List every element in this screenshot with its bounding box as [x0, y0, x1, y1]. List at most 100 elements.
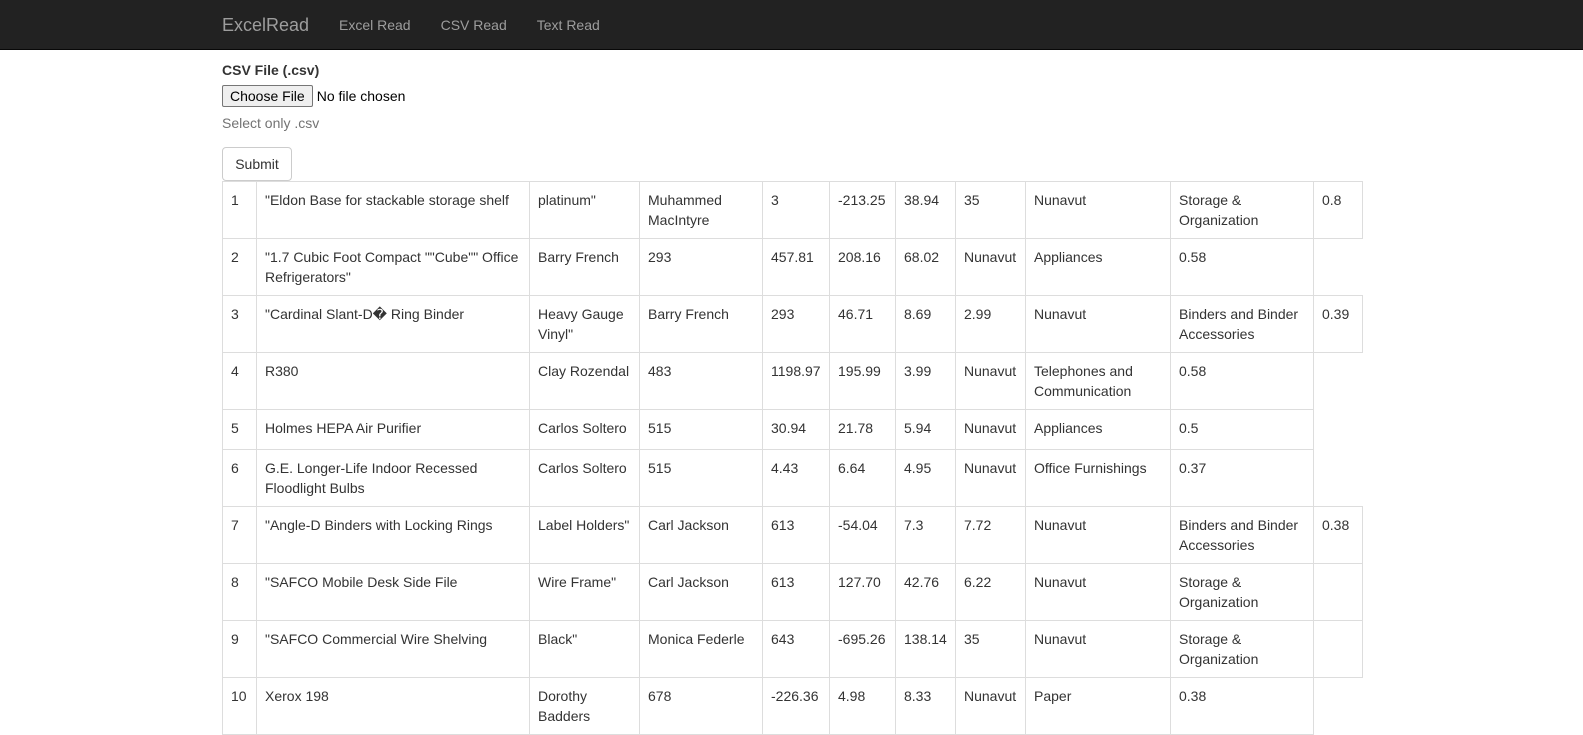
table-cell: Label Holders": [529, 506, 640, 564]
table-cell: 0.58: [1170, 238, 1314, 296]
table-cell: 46.71: [829, 295, 896, 353]
table-cell: Storage & Organization: [1170, 563, 1314, 621]
table-cell: 4.95: [895, 449, 956, 507]
table-cell: 42.76: [895, 563, 956, 621]
table-cell: Nunavut: [1025, 506, 1171, 564]
table-cell: G.E. Longer-Life Indoor Recessed Floodli…: [256, 449, 530, 507]
table-cell: Storage & Organization: [1170, 181, 1314, 239]
table-cell: 0.5: [1170, 409, 1314, 450]
table-cell: 0.37: [1170, 449, 1314, 507]
table-cell: Nunavut: [955, 409, 1026, 450]
brand-link[interactable]: ExcelRead: [222, 0, 309, 50]
table-cell: -226.36: [762, 677, 830, 735]
submit-button[interactable]: Submit: [222, 147, 292, 181]
table-cell: 8.69: [895, 295, 956, 353]
table-cell: 2: [222, 238, 257, 296]
table-cell: Appliances: [1025, 409, 1171, 450]
table-cell: Appliances: [1025, 238, 1171, 296]
table-cell: platinum": [529, 181, 640, 239]
table-cell: "SAFCO Mobile Desk Side File: [256, 563, 530, 621]
table-cell: 7.3: [895, 506, 956, 564]
table-cell: -54.04: [829, 506, 896, 564]
table-cell: 9: [222, 620, 257, 678]
file-input[interactable]: Choose File No file chosen: [222, 84, 405, 108]
table-cell: Telephones and Communication: [1025, 352, 1171, 410]
csv-file-label: CSV File (.csv): [222, 62, 320, 78]
table-cell: 483: [639, 352, 763, 410]
table-cell: 38.94: [895, 181, 956, 239]
table-row: 3 "Cardinal Slant-D� Ring Binder Heavy Gau…: [222, 295, 1363, 353]
table-cell: 5: [222, 409, 257, 450]
table-cell: 21.78: [829, 409, 896, 450]
table-cell: "Angle-D Binders with Locking Rings: [256, 506, 530, 564]
table-cell: 678: [639, 677, 763, 735]
nav-link-text-read[interactable]: Text Read: [522, 0, 615, 50]
table-cell: Nunavut: [1025, 295, 1171, 353]
table-cell: Carl Jackson: [639, 563, 763, 621]
table-cell: Nunavut: [955, 677, 1026, 735]
table-cell: 515: [639, 449, 763, 507]
table-row: 6 G.E. Longer-Life Indoor Recessed Floodl…: [222, 449, 1363, 507]
table-cell: 8.33: [895, 677, 956, 735]
table-row: 7 "Angle-D Binders with Locking Rings Labe…: [222, 506, 1363, 564]
table-cell: 7.72: [955, 506, 1026, 564]
table-cell: Storage & Organization: [1170, 620, 1314, 678]
table-cell: Wire Frame": [529, 563, 640, 621]
table-cell: 127.70: [829, 563, 896, 621]
table-row: 2 "1.7 Cubic Foot Compact ""Cube"" Office…: [222, 238, 1363, 296]
table-cell: 6.22: [955, 563, 1026, 621]
nav-links: Excel Read CSV Read Text Read: [324, 0, 615, 50]
upload-form: CSV File (.csv) Choose File No file chos…: [222, 58, 405, 133]
table-cell: 6.64: [829, 449, 896, 507]
table-cell: 4.43: [762, 449, 830, 507]
table-cell: 613: [762, 506, 830, 564]
table-cell: 643: [762, 620, 830, 678]
table-cell: Carl Jackson: [639, 506, 763, 564]
table-cell: Nunavut: [1025, 563, 1171, 621]
table-cell: Clay Rozendal: [529, 352, 640, 410]
table-cell: Nunavut: [955, 238, 1026, 296]
table-cell: 293: [639, 238, 763, 296]
table-cell: 4.98: [829, 677, 896, 735]
table-cell: "Cardinal Slant-D� Ring Binder: [256, 295, 530, 353]
table-cell: 4: [222, 352, 257, 410]
nav-link-csv-read[interactable]: CSV Read: [426, 0, 522, 50]
table-cell: 7: [222, 506, 257, 564]
navbar: ExcelRead Excel Read CSV Read Text Read: [0, 0, 1583, 50]
table-cell: 3.99: [895, 352, 956, 410]
table-cell: Barry French: [639, 295, 763, 353]
table-cell: Carlos Soltero: [529, 449, 640, 507]
table-cell: 0.8: [1313, 181, 1363, 239]
table-cell: 6: [222, 449, 257, 507]
table-cell: 2.99: [955, 295, 1026, 353]
table-cell: Binders and Binder Accessories: [1170, 506, 1314, 564]
table-cell: 10: [222, 677, 257, 735]
table-cell: 0.39: [1313, 295, 1363, 353]
table-cell: Nunavut: [1025, 620, 1171, 678]
table-cell: 515: [639, 409, 763, 450]
table-cell: Monica Federle: [639, 620, 763, 678]
table-cell: Paper: [1025, 677, 1171, 735]
table-cell: "SAFCO Commercial Wire Shelving: [256, 620, 530, 678]
table-cell: Nunavut: [955, 449, 1026, 507]
table-cell: 195.99: [829, 352, 896, 410]
table-cell: Nunavut: [955, 352, 1026, 410]
table-cell: 3: [762, 181, 830, 239]
table-cell: 35: [955, 620, 1026, 678]
table-cell: 0.38: [1313, 506, 1363, 564]
table-cell: 138.14: [895, 620, 956, 678]
table-cell: 0.58: [1170, 352, 1314, 410]
table-cell: 457.81: [762, 238, 830, 296]
table-cell: 1198.97: [762, 352, 830, 410]
choose-file-button[interactable]: Choose File: [222, 85, 313, 107]
table-cell: 1: [222, 181, 257, 239]
table-cell: Office Furnishings: [1025, 449, 1171, 507]
nav-link-excel-read[interactable]: Excel Read: [324, 0, 426, 50]
table-row: 1 "Eldon Base for stackable storage shelf…: [222, 181, 1363, 239]
table-cell: -695.26: [829, 620, 896, 678]
table-cell: 5.94: [895, 409, 956, 450]
table-cell: Carlos Soltero: [529, 409, 640, 450]
table-cell: -213.25: [829, 181, 896, 239]
table-cell: [1313, 563, 1363, 621]
table-cell: "Eldon Base for stackable storage shelf: [256, 181, 530, 239]
